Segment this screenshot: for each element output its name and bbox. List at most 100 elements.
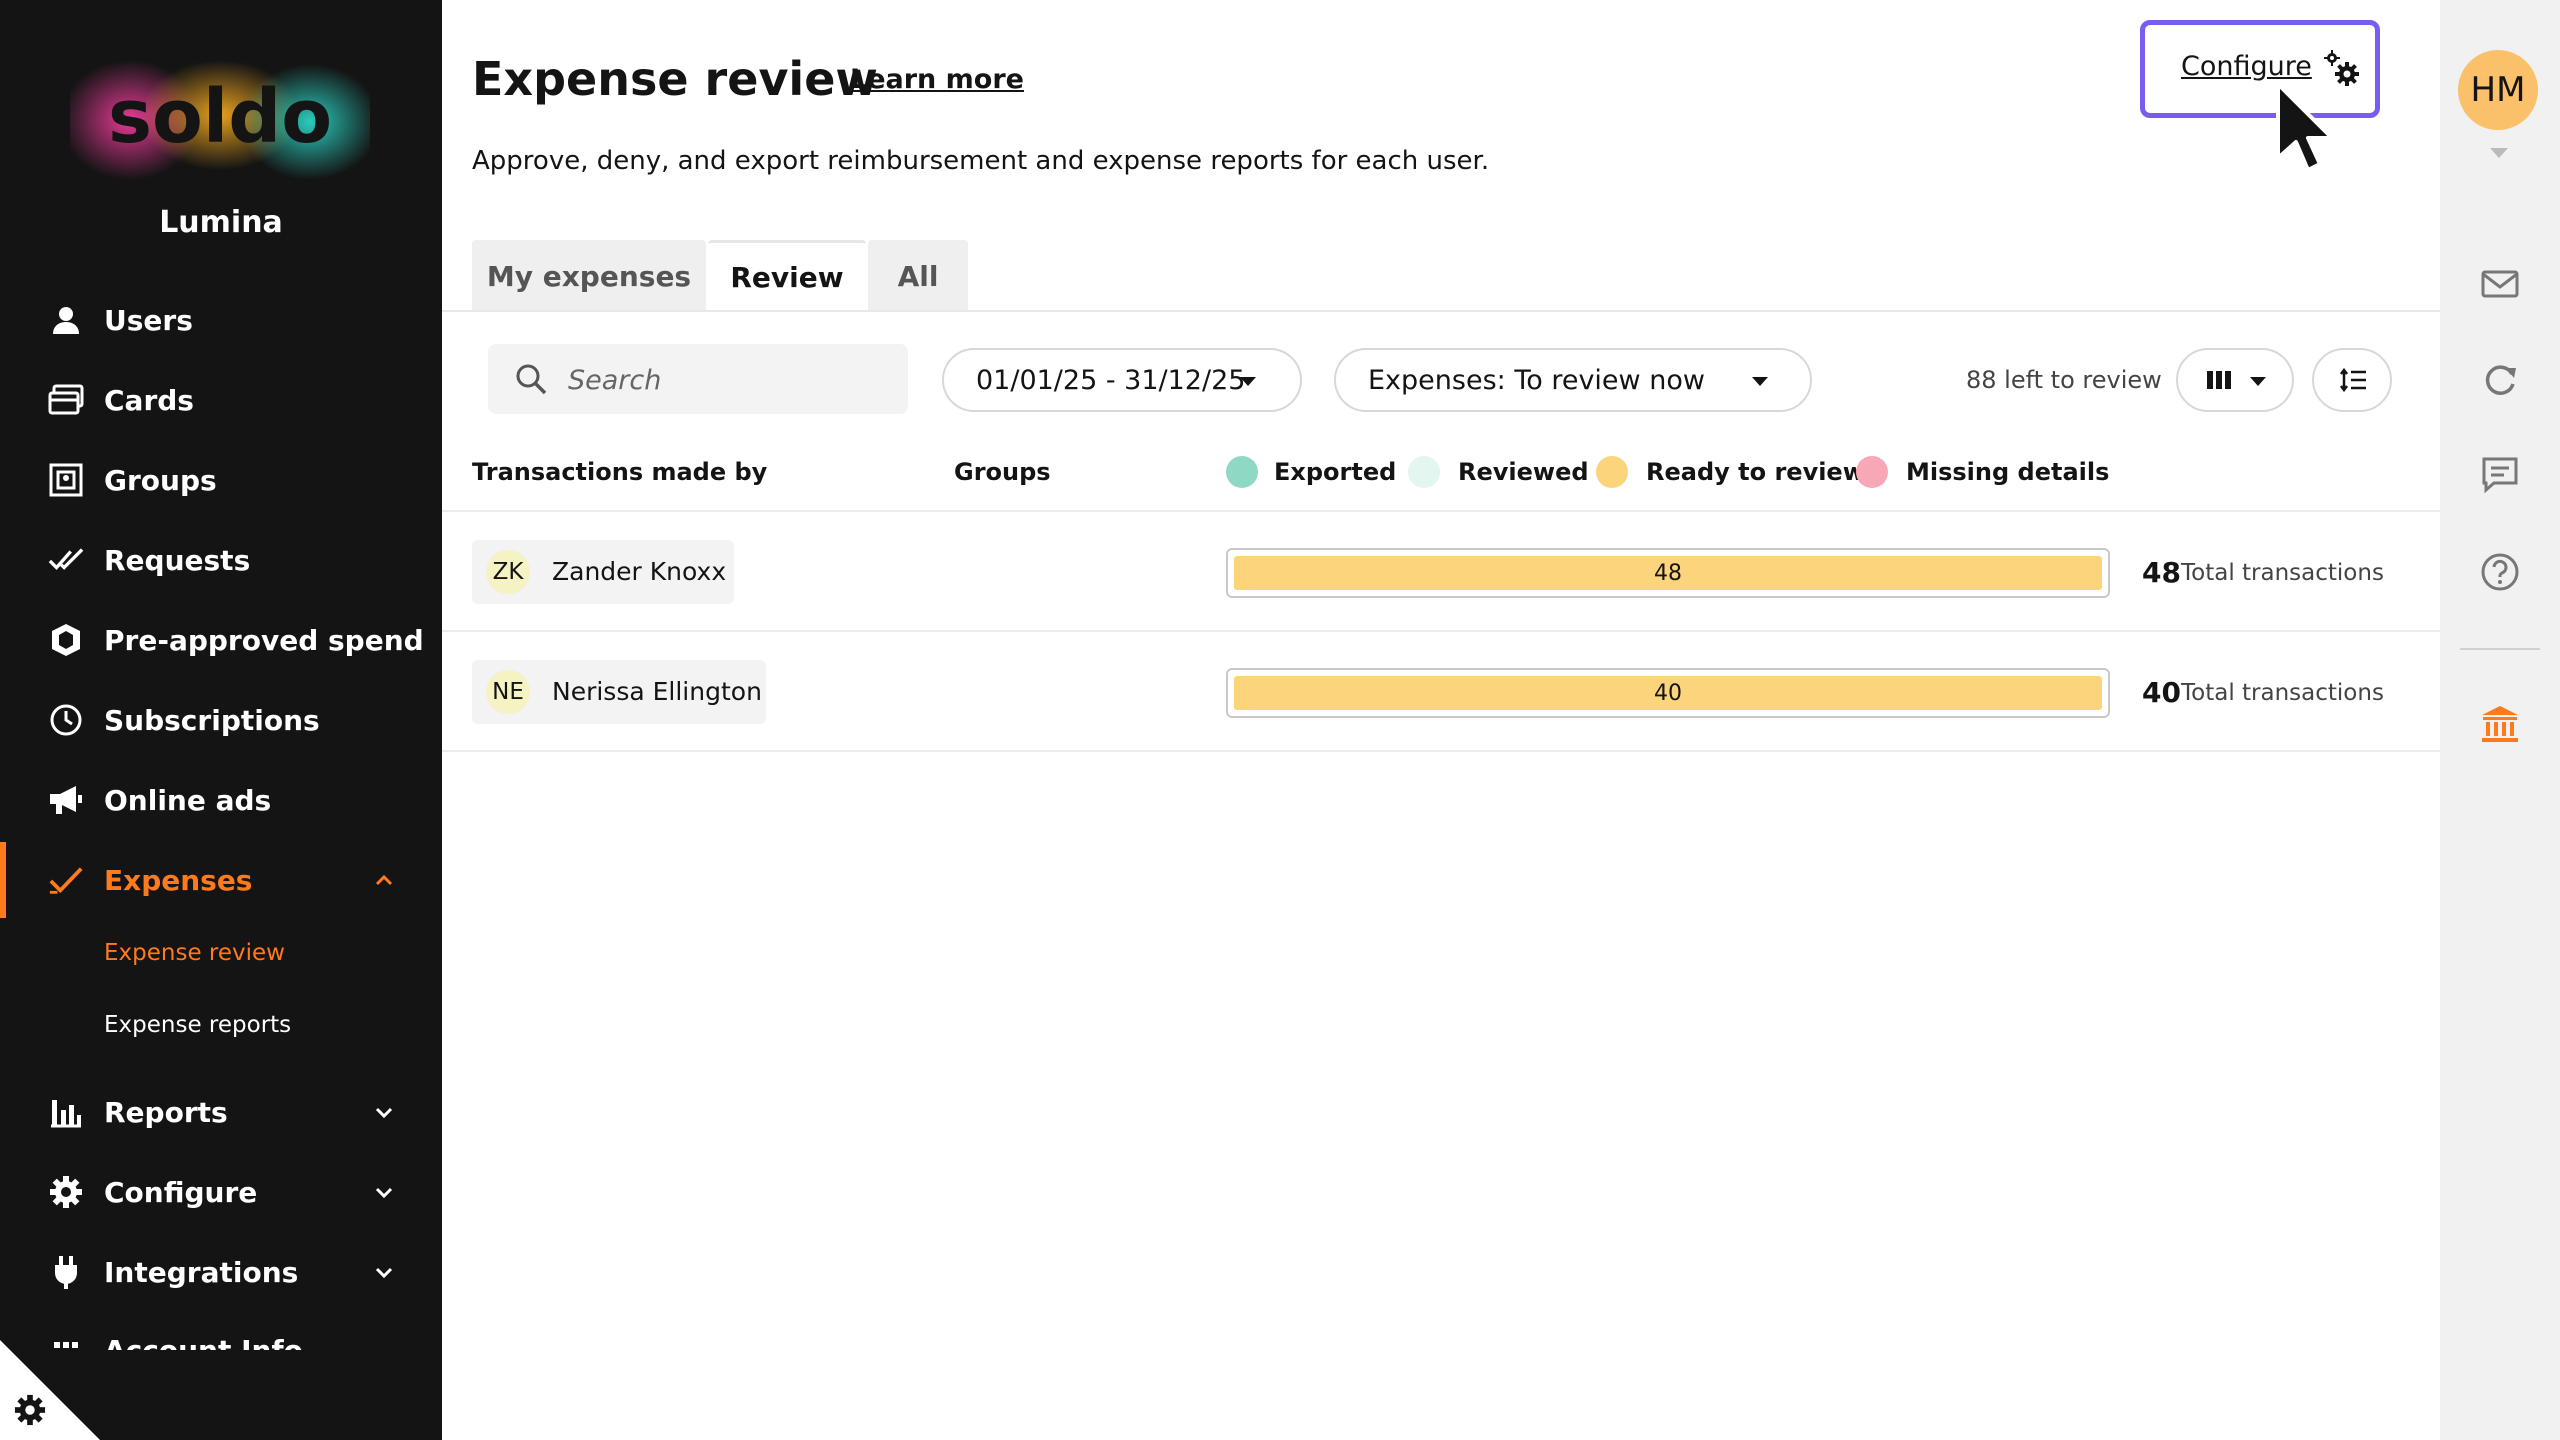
caret-down-icon [2250, 377, 2266, 386]
user-name: Nerissa Ellington [552, 677, 762, 706]
logo-text: soldo [108, 74, 332, 160]
status-bar[interactable]: 48 [1226, 548, 2110, 598]
column-header-groups: Groups [954, 458, 1051, 486]
nav-label: Reports [104, 1095, 228, 1129]
gear-icon[interactable] [14, 1394, 46, 1426]
total-label: Total transactions [2181, 560, 2384, 586]
page-title: Expense review [472, 52, 878, 106]
tab-my-expenses[interactable]: My expenses [472, 240, 706, 312]
columns-dropdown-button[interactable] [2176, 348, 2294, 412]
page-subtitle: Approve, deny, and export reimbursement … [472, 146, 1490, 176]
nav-label: Integrations [104, 1255, 299, 1289]
nav-item-users[interactable]: Users [0, 288, 442, 352]
nav-item-online-ads[interactable]: Online ads [0, 768, 442, 832]
left-to-review-count: 88 left to review [1966, 366, 2162, 394]
tab-all[interactable]: All [868, 240, 968, 312]
tab-review[interactable]: Review [708, 240, 866, 312]
total-label: Total transactions [2181, 680, 2384, 706]
check-icon [48, 862, 84, 898]
avatar: NE [486, 670, 530, 714]
total-count: 48 [2142, 556, 2181, 589]
nav-item-groups[interactable]: Groups [0, 448, 442, 512]
expense-filter-dropdown[interactable]: Expenses: To review now [1334, 348, 1812, 412]
groups-icon [48, 462, 84, 498]
columns-icon [2207, 371, 2231, 389]
caret-down-icon [1240, 377, 1256, 386]
sort-button[interactable] [2312, 348, 2392, 412]
column-header-transactions: Transactions made by [472, 458, 768, 486]
legend-label-missing: Missing details [1906, 458, 2110, 486]
row-divider [442, 630, 2440, 632]
card-icon [48, 382, 84, 418]
row-divider [442, 750, 2440, 752]
learn-more-link[interactable]: Learn more [850, 64, 1024, 95]
refresh-icon[interactable] [2480, 360, 2520, 400]
chevron-down-icon[interactable] [372, 1180, 396, 1204]
clock-icon [48, 702, 84, 738]
search-icon [516, 364, 547, 395]
configure-label: Configure [2181, 51, 2312, 82]
nav-item-subscriptions[interactable]: Subscriptions [0, 688, 442, 752]
subnav-item-expense-reports[interactable]: Expense reports [104, 1012, 291, 1038]
legend-label-reviewed: Reviewed [1458, 458, 1589, 486]
legend-dot-reviewed [1408, 456, 1440, 488]
nav-label: Account Info [104, 1334, 303, 1350]
filter-value: Expenses: To review now [1368, 364, 1705, 396]
org-name: Lumina [159, 205, 283, 240]
row-divider [442, 510, 2440, 512]
search-box[interactable] [488, 344, 908, 414]
shield-icon [48, 622, 84, 658]
nav-item-integrations[interactable]: Integrations [0, 1240, 442, 1304]
nav-item-reports[interactable]: Reports [0, 1080, 442, 1144]
user-icon [48, 302, 84, 338]
nav-label: Groups [104, 463, 217, 497]
search-input[interactable] [566, 358, 890, 402]
tabs-divider [442, 310, 2440, 312]
user-chip[interactable]: NE Nerissa Ellington [472, 660, 766, 724]
mouse-cursor-icon [2276, 82, 2334, 172]
nav-label: Subscriptions [104, 703, 320, 737]
chevron-up-icon[interactable] [372, 868, 396, 892]
nav-label: Configure [104, 1175, 258, 1209]
legend-label-ready: Ready to review [1646, 458, 1865, 486]
nav-label: Expenses [104, 863, 253, 897]
status-bar[interactable]: 40 [1226, 668, 2110, 718]
double-check-icon [48, 542, 84, 578]
date-range-value: 01/01/25 - 31/12/25 [976, 364, 1246, 396]
subnav-item-expense-review[interactable]: Expense review [104, 940, 285, 966]
nav-item-requests[interactable]: Requests [0, 528, 442, 592]
legend-label-exported: Exported [1274, 458, 1397, 486]
nav-item-cards[interactable]: Cards [0, 368, 442, 432]
mail-icon[interactable] [2480, 264, 2520, 304]
sort-list-icon [2340, 367, 2366, 393]
chat-icon[interactable] [2480, 454, 2520, 494]
legend-dot-missing [1856, 456, 1888, 488]
nav-label: Requests [104, 543, 251, 577]
avatar: ZK [486, 550, 530, 594]
ready-count: 40 [1654, 680, 1682, 706]
rail-divider [2460, 648, 2540, 650]
plug-icon [48, 1254, 84, 1290]
legend-dot-exported [1226, 456, 1258, 488]
nav-item-pre-approved-spend[interactable]: Pre-approved spend [0, 608, 442, 672]
nav-item-configure[interactable]: Configure [0, 1160, 442, 1224]
date-range-dropdown[interactable]: 01/01/25 - 31/12/25 [942, 348, 1302, 412]
user-avatar[interactable]: HM [2458, 50, 2538, 130]
bank-icon[interactable] [2480, 704, 2520, 744]
chevron-down-icon[interactable] [372, 1260, 396, 1284]
legend-dot-ready [1596, 456, 1628, 488]
user-chip[interactable]: ZK Zander Knoxx [472, 540, 734, 604]
chevron-down-icon[interactable] [372, 1100, 396, 1124]
soldo-logo[interactable]: soldo [70, 60, 370, 180]
bar-chart-icon [48, 1094, 84, 1130]
total-count: 40 [2142, 676, 2181, 709]
nav-item-expenses[interactable]: Expenses [0, 848, 442, 912]
help-icon[interactable] [2480, 552, 2520, 592]
nav-label: Pre-approved spend [104, 623, 424, 657]
nav-label: Users [104, 303, 193, 337]
megaphone-icon [48, 782, 84, 818]
chevron-down-icon[interactable] [2490, 148, 2508, 158]
gear-icon [48, 1174, 84, 1210]
ready-count: 48 [1654, 560, 1682, 586]
caret-down-icon [1752, 377, 1768, 386]
